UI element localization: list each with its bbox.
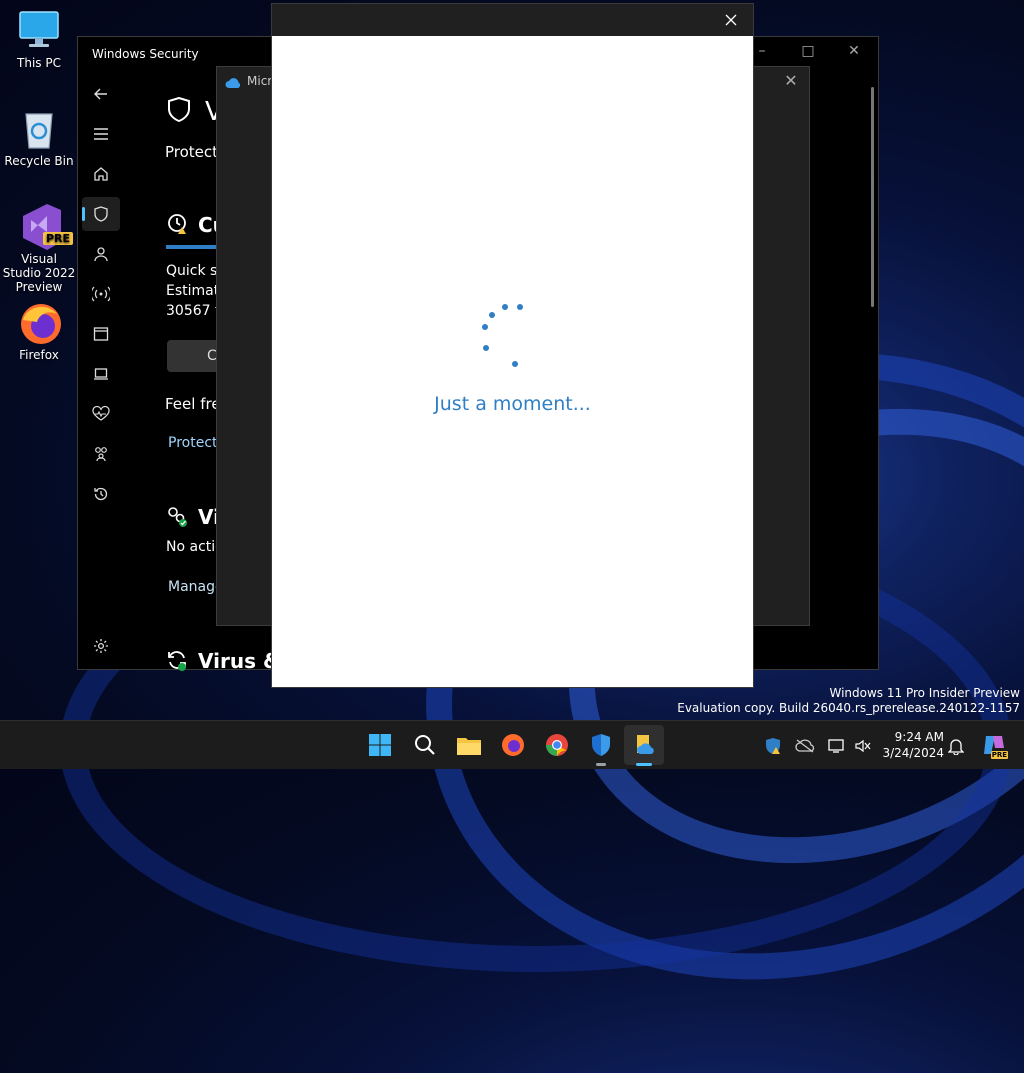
spinner-dot: [483, 345, 489, 351]
search-button[interactable]: [409, 729, 441, 761]
notifications-button[interactable]: [945, 735, 967, 757]
gear-icon: [94, 639, 108, 653]
recycle-bin-icon: [17, 106, 61, 150]
nav-account-protection[interactable]: [82, 237, 120, 271]
file-explorer-button[interactable]: [453, 729, 485, 761]
copilot-pre-badge: PRE: [990, 751, 1008, 759]
nav-app-browser-control[interactable]: [82, 317, 120, 351]
running-indicator: [596, 763, 606, 766]
nav-protection-history[interactable]: [82, 477, 120, 511]
back-arrow-icon: [94, 88, 107, 100]
clock-warning-icon: [167, 213, 189, 239]
nav-virus-protection[interactable]: [82, 197, 120, 231]
chrome-taskbar-button[interactable]: [541, 729, 573, 761]
nav-firewall[interactable]: [82, 277, 120, 311]
folder-icon: [457, 738, 481, 755]
spinner-dot: [502, 304, 508, 310]
laptop-icon: [94, 368, 108, 380]
shield-icon: [592, 734, 610, 756]
volume-tray-icon[interactable]: [852, 735, 874, 757]
watermark-edition: Windows 11 Pro Insider Preview: [829, 686, 1020, 700]
bell-icon: [948, 739, 964, 755]
home-icon: [94, 167, 108, 181]
network-tray-icon[interactable]: [826, 735, 848, 757]
onedrive-taskbar-button[interactable]: [629, 729, 661, 761]
menu-button[interactable]: [82, 117, 120, 151]
nav-settings[interactable]: [82, 629, 120, 663]
windows-logo-icon: [369, 734, 391, 756]
sign-in-dialog[interactable]: Just a moment...: [271, 3, 754, 688]
scrollbar[interactable]: [871, 87, 874, 307]
loading-message: Just a moment...: [434, 393, 591, 415]
onedrive-cloud-icon: [225, 74, 241, 93]
desktop-icon-label: Visual Studio 2022 Preview: [2, 252, 76, 294]
watermark-build: Evaluation copy. Build 26040.rs_prerelea…: [677, 701, 1020, 715]
spinner-dot: [517, 304, 523, 310]
onedrive-title: Micr: [247, 74, 273, 88]
shield-warning-icon: [766, 738, 780, 754]
security-tray-icon[interactable]: [762, 735, 784, 757]
spinner-dot: [512, 361, 518, 367]
firefox-icon: [17, 300, 61, 344]
wireless-icon: [92, 286, 110, 302]
nav-home[interactable]: [82, 157, 120, 191]
shield-icon: [94, 206, 108, 222]
protection-link[interactable]: Protecti: [168, 435, 221, 451]
chrome-icon: [546, 734, 568, 756]
firefox-icon: [502, 734, 524, 756]
network-icon: [828, 739, 844, 753]
search-icon: [415, 735, 435, 755]
desktop-icon-recycle-bin[interactable]: Recycle Bin: [1, 106, 77, 168]
person-icon: [94, 247, 108, 262]
desktop-icon-label: Recycle Bin: [4, 154, 74, 168]
active-indicator: [636, 763, 652, 766]
cloud-off-icon: [795, 739, 815, 753]
shield-icon: [167, 96, 191, 127]
nav-device-health[interactable]: [82, 397, 120, 431]
clock-date: 3/24/2024: [882, 746, 944, 760]
hamburger-icon: [94, 128, 108, 140]
back-button[interactable]: [82, 77, 120, 111]
firefox-taskbar-button[interactable]: [497, 729, 529, 761]
start-button[interactable]: [364, 729, 396, 761]
spinner-dot: [482, 324, 488, 330]
clock[interactable]: 9:24 AM 3/24/2024: [880, 729, 944, 761]
spinner-dot: [489, 312, 495, 318]
refresh-check-icon: [166, 649, 188, 675]
desktop-icon-this-pc[interactable]: This PC: [1, 8, 77, 70]
files-scanned-text: 30567 f: [166, 303, 220, 319]
nav-family-options[interactable]: [82, 437, 120, 471]
clock-time: 9:24 AM: [894, 730, 944, 744]
gears-check-icon: [166, 505, 188, 531]
speaker-muted-icon: [855, 739, 871, 753]
copilot-button[interactable]: PRE: [980, 731, 1008, 759]
desktop-icon-firefox[interactable]: Firefox: [1, 300, 77, 362]
visual-studio-icon: PRE: [17, 202, 73, 250]
close-button[interactable]: ✕: [781, 71, 801, 91]
onedrive-setup-icon: [637, 735, 654, 754]
nav-device-security[interactable]: [82, 357, 120, 391]
onedrive-tray-icon[interactable]: [794, 735, 816, 757]
pre-badge: PRE: [42, 232, 73, 245]
desktop-icon-label: Firefox: [19, 348, 59, 362]
desktop-icon-label: This PC: [17, 56, 61, 70]
taskbar: 9:24 AM 3/24/2024 PRE: [0, 720, 1024, 769]
family-icon: [95, 447, 107, 462]
windows-security-taskbar-button[interactable]: [585, 729, 617, 761]
heart-pulse-icon: [92, 406, 110, 421]
page-subtitle: Protecti: [165, 143, 223, 161]
loading-spinner: [272, 4, 753, 687]
history-icon: [94, 487, 108, 501]
browser-window-icon: [93, 327, 109, 341]
desktop-icon-visual-studio[interactable]: PRE Visual Studio 2022 Preview: [1, 202, 77, 294]
monitor-icon: [17, 8, 61, 52]
